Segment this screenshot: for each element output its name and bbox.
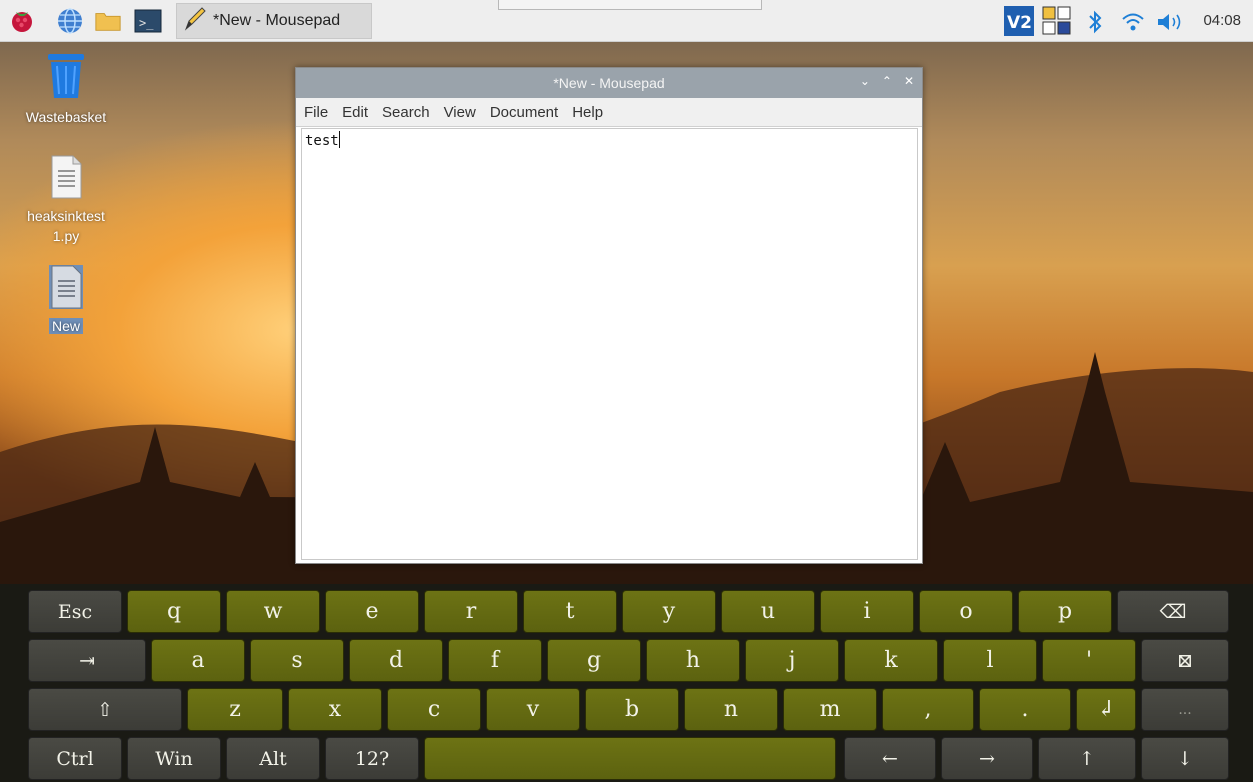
menu-view[interactable]: View (444, 104, 476, 121)
bluetooth-icon[interactable] (1085, 10, 1105, 39)
key-more[interactable]: ... (1141, 688, 1229, 731)
key-a[interactable]: a (151, 639, 245, 682)
key-arrow-left[interactable]: ← (844, 737, 936, 780)
key-alt[interactable]: Alt (226, 737, 320, 780)
text-editor-area[interactable]: test (301, 128, 918, 560)
menu-document[interactable]: Document (490, 104, 558, 121)
file-icon (49, 155, 83, 202)
key-apostrophe[interactable]: ' (1042, 639, 1136, 682)
desktop-item-heaksinktest[interactable]: heaksinktest1.py (16, 155, 116, 246)
minimize-icon[interactable]: ⌄ (860, 74, 870, 88)
file-icon (49, 265, 83, 312)
trash-icon (44, 54, 88, 103)
key-arrow-right[interactable]: → (941, 737, 1033, 780)
key-e[interactable]: e (325, 590, 419, 633)
keyboard-layout-icon[interactable] (1042, 6, 1072, 41)
menu-help[interactable]: Help (572, 104, 603, 121)
key-comma[interactable]: , (882, 688, 974, 731)
text-editor-icon (183, 6, 207, 37)
svg-text:V2: V2 (1007, 13, 1032, 33)
svg-text:>_: >_ (139, 16, 154, 30)
key-p[interactable]: p (1018, 590, 1112, 633)
key-space[interactable] (424, 737, 836, 780)
window-titlebar[interactable]: *New - Mousepad ⌄ ⌃ ✕ (296, 68, 922, 98)
key-arrow-up[interactable]: ↑ (1038, 737, 1136, 780)
key-d[interactable]: d (349, 639, 443, 682)
key-period[interactable]: . (979, 688, 1071, 731)
key-win[interactable]: Win (127, 737, 221, 780)
key-j[interactable]: j (745, 639, 839, 682)
taskbar-tooltip-edge (498, 0, 762, 10)
desktop-item-wastebasket[interactable]: Wastebasket (16, 52, 116, 127)
text-caret (338, 131, 340, 148)
key-w[interactable]: w (226, 590, 320, 633)
key-n[interactable]: n (684, 688, 778, 731)
wifi-icon[interactable] (1120, 10, 1146, 39)
key-esc[interactable]: Esc (28, 590, 122, 633)
menu-file[interactable]: File (304, 104, 328, 121)
key-enter[interactable]: ↲ (1076, 688, 1136, 731)
desktop-item-label: heaksinktest1.py (27, 208, 105, 244)
desktop-item-new[interactable]: New (16, 265, 116, 336)
menu-search[interactable]: Search (382, 104, 430, 121)
key-shift[interactable]: ⇧ (28, 688, 182, 731)
taskbar-clock[interactable]: 04:08 (1203, 12, 1241, 29)
key-l[interactable]: l (943, 639, 1037, 682)
file-manager-icon[interactable] (94, 7, 122, 35)
taskbar-task-mousepad[interactable]: *New - Mousepad (176, 3, 372, 39)
key-y[interactable]: y (622, 590, 716, 633)
taskbar-task-title: *New - Mousepad (213, 12, 341, 29)
browser-globe-icon[interactable] (56, 7, 84, 35)
raspberry-menu-icon[interactable] (8, 7, 36, 35)
window-title: *New - Mousepad (553, 75, 665, 91)
key-g[interactable]: g (547, 639, 641, 682)
key-ctrl[interactable]: Ctrl (28, 737, 122, 780)
editor-content: test (305, 133, 339, 149)
taskbar: >_ *New - Mousepad V2 04:08 (0, 0, 1253, 42)
desktop-item-label: New (48, 318, 83, 334)
terminal-icon[interactable]: >_ (134, 7, 162, 35)
key-b[interactable]: b (585, 688, 679, 731)
maximize-icon[interactable]: ⌃ (882, 74, 892, 88)
key-k[interactable]: k (844, 639, 938, 682)
key-r[interactable]: r (424, 590, 518, 633)
key-z[interactable]: z (187, 688, 283, 731)
key-x[interactable]: x (288, 688, 382, 731)
key-i[interactable]: i (820, 590, 914, 633)
key-v[interactable]: v (486, 688, 580, 731)
key-s[interactable]: s (250, 639, 344, 682)
key-q[interactable]: q (127, 590, 221, 633)
key-tab[interactable]: ⇥ (28, 639, 146, 682)
key-u[interactable]: u (721, 590, 815, 633)
key-arrow-down[interactable]: ↓ (1141, 737, 1229, 780)
key-delete[interactable]: ⊠ (1141, 639, 1229, 682)
key-f[interactable]: f (448, 639, 542, 682)
key-m[interactable]: m (783, 688, 877, 731)
menubar: File Edit Search View Document Help (296, 98, 922, 127)
desktop-item-label: Wastebasket (25, 109, 107, 125)
key-numbers[interactable]: 12? (325, 737, 419, 780)
key-o[interactable]: o (919, 590, 1013, 633)
key-h[interactable]: h (646, 639, 740, 682)
key-backspace[interactable]: ⌫ (1117, 590, 1229, 633)
onscreen-keyboard: Esc q w e r t y u i o p ⌫ ⇥ a s d f g h … (0, 584, 1253, 782)
close-icon[interactable]: ✕ (904, 74, 914, 88)
key-t[interactable]: t (523, 590, 617, 633)
mousepad-window: *New - Mousepad ⌄ ⌃ ✕ File Edit Search V… (295, 67, 923, 564)
volume-icon[interactable] (1156, 11, 1186, 38)
menu-edit[interactable]: Edit (342, 104, 368, 121)
key-c[interactable]: c (387, 688, 481, 731)
vnc-icon[interactable]: V2 (1004, 6, 1034, 41)
